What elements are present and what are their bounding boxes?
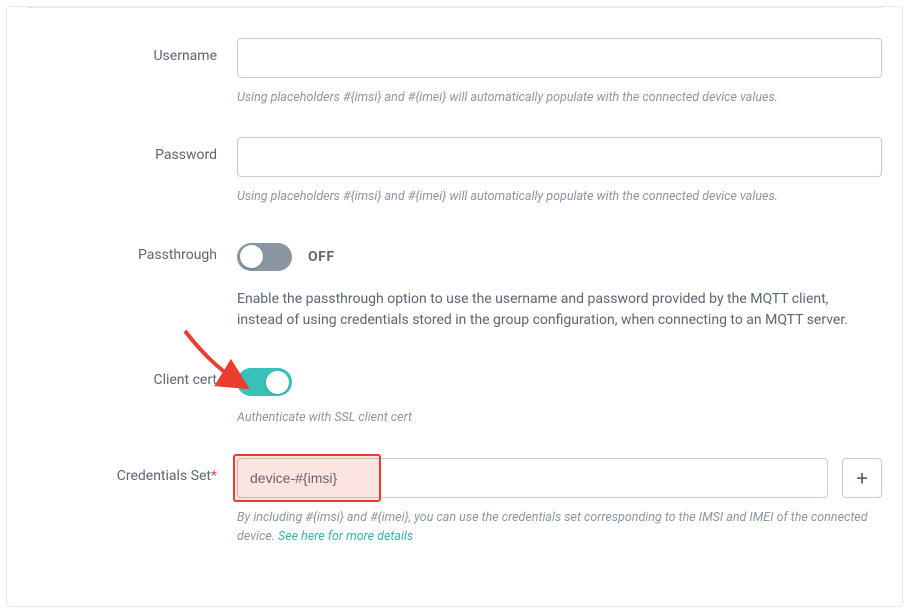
passthrough-state-label: OFF [308,249,335,265]
row-passthrough: Passthrough OFF Enable the passthrough o… [27,237,882,332]
form-panel: Username Using placeholders #{imsi} and … [6,6,903,607]
add-credentials-button[interactable]: + [842,458,882,498]
hint-password: Using placeholders #{imsi} and #{imei} w… [237,187,882,206]
label-password: Password [27,137,237,163]
row-client-cert: Client cert Authenticate with SSL client… [27,362,882,427]
credentials-set-input[interactable] [237,458,828,498]
desc-passthrough: Enable the passthrough option to use the… [237,289,877,332]
required-mark: * [211,468,217,484]
label-passthrough: Passthrough [27,237,237,263]
client-cert-toggle[interactable] [237,368,292,396]
username-input[interactable] [237,38,882,78]
label-credentials-set: Credentials Set* [27,458,237,484]
toggle-knob [266,371,289,394]
plus-icon: + [856,466,867,490]
hint-username: Using placeholders #{imsi} and #{imei} w… [237,88,882,107]
row-credentials-set: Credentials Set* + By including #{imsi} … [27,458,882,547]
toggle-knob [240,245,263,268]
label-credentials-set-text: Credentials Set [117,468,211,484]
passthrough-toggle[interactable] [237,243,292,271]
hint-client-cert: Authenticate with SSL client cert [237,408,882,427]
label-username: Username [27,38,237,64]
row-password: Password Using placeholders #{imsi} and … [27,137,882,206]
password-input[interactable] [237,137,882,177]
credentials-more-details-link[interactable]: See here for more details [278,529,413,544]
hint-credentials-set: By including #{imsi} and #{imei}, you ca… [237,508,882,547]
row-username: Username Using placeholders #{imsi} and … [27,38,882,107]
label-client-cert: Client cert [27,362,237,388]
section-divider [27,7,882,8]
